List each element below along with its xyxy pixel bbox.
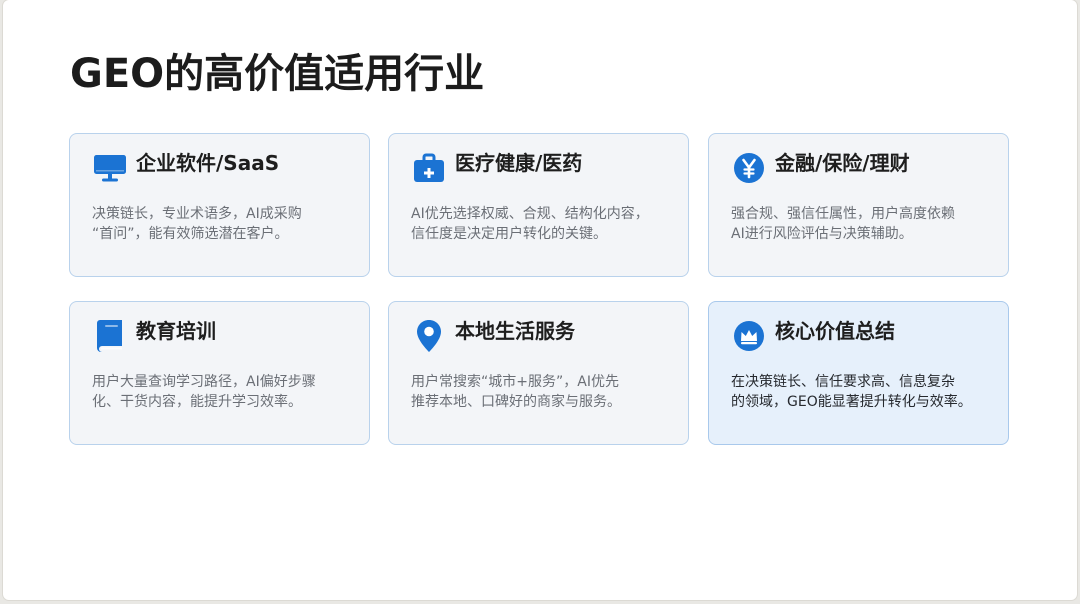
slide: GEO的高价值适用行业 企业软件/SaaS 决策链长，专业术语多，AI成采购 “… (3, 0, 1077, 600)
location-pin-icon (411, 318, 447, 354)
card-title: 医疗健康/医药 (455, 151, 583, 175)
card-description: 决策链长，专业术语多，AI成采购 “首问”，能有效筛选潜在客户。 (92, 206, 302, 242)
card-description: 用户常搜索“城市+服务”，AI优先 推荐本地、口碑好的商家与服务。 (411, 374, 621, 410)
industry-card-finance: 金融/保险/理财 强合规、强信任属性，用户高度依赖 AI进行风险评估与决策辅助。 (708, 133, 1009, 277)
industry-card-local-services: 本地生活服务 用户常搜索“城市+服务”，AI优先 推荐本地、口碑好的商家与服务。 (388, 301, 689, 445)
page-title: GEO的高价值适用行业 (70, 51, 485, 97)
yen-coin-icon (731, 150, 767, 186)
book-icon (92, 318, 128, 354)
card-title: 本地生活服务 (455, 319, 575, 343)
medical-kit-icon (411, 150, 447, 186)
industry-card-saas: 企业软件/SaaS 决策链长，专业术语多，AI成采购 “首问”，能有效筛选潜在客… (69, 133, 370, 277)
summary-card-core-value: 核心价值总结 在决策链长、信任要求高、信息复杂 的领域，GEO能显著提升转化与效… (708, 301, 1009, 445)
card-title: 核心价值总结 (775, 319, 895, 343)
card-description: AI优先选择权威、合规、结构化内容， 信任度是决定用户转化的关键。 (411, 206, 649, 242)
card-title: 金融/保险/理财 (775, 151, 910, 175)
crown-icon (731, 318, 767, 354)
card-title: 企业软件/SaaS (136, 151, 280, 175)
card-description: 强合规、强信任属性，用户高度依赖 AI进行风险评估与决策辅助。 (731, 206, 955, 242)
monitor-icon (92, 150, 128, 186)
card-title: 教育培训 (136, 319, 216, 343)
card-description: 用户大量查询学习路径，AI偏好步骤 化、干货内容，能提升学习效率。 (92, 374, 316, 410)
industry-card-healthcare: 医疗健康/医药 AI优先选择权威、合规、结构化内容， 信任度是决定用户转化的关键… (388, 133, 689, 277)
industry-card-education: 教育培训 用户大量查询学习路径，AI偏好步骤 化、干货内容，能提升学习效率。 (69, 301, 370, 445)
card-description: 在决策链长、信任要求高、信息复杂 的领域，GEO能显著提升转化与效率。 (731, 374, 972, 410)
